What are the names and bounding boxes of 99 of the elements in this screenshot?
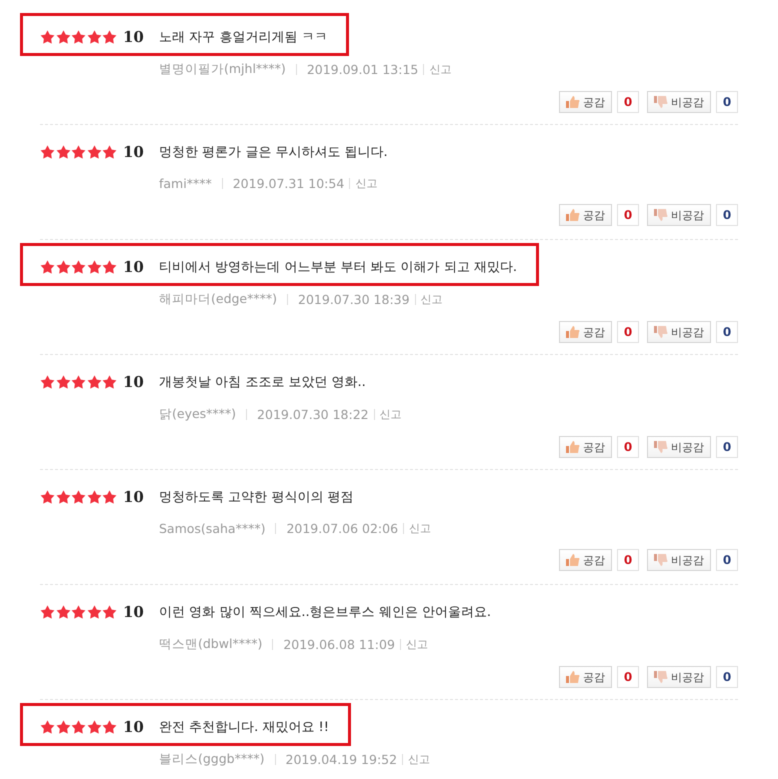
author: 블리스(gggb****) — [159, 751, 264, 768]
author: fami**** — [159, 176, 212, 191]
dislike-button[interactable]: 비공감 — [647, 204, 711, 226]
thumbs-up-icon — [566, 96, 580, 108]
star-icon — [102, 490, 118, 504]
score: 10 — [123, 373, 145, 391]
like-button[interactable]: 공감 — [559, 204, 612, 226]
thumbs-up-icon — [566, 326, 580, 338]
dislike-button[interactable]: 비공감 — [647, 549, 711, 571]
star-icon — [56, 145, 71, 159]
thumbs-down-icon — [654, 209, 668, 221]
score: 10 — [123, 143, 145, 161]
star-icon — [102, 145, 118, 159]
dislike-count: 0 — [716, 666, 738, 688]
star-icon — [56, 30, 71, 44]
star-icon — [71, 260, 86, 274]
star-icon — [40, 30, 55, 44]
star-icon — [71, 605, 86, 619]
score: 10 — [123, 603, 145, 621]
author: 떡스맨(dbwl****) — [159, 636, 262, 653]
author: 해피마더(edge****) — [159, 291, 278, 308]
date: 2019.07.06 02:06 — [286, 521, 398, 536]
thumbs-up-icon — [566, 554, 580, 566]
dislike-count: 0 — [716, 91, 738, 113]
review-text: 완전 추천합니다. 재밌어요 !! — [159, 719, 329, 736]
like-count: 0 — [617, 436, 639, 458]
star-icon — [56, 605, 71, 619]
like-button[interactable]: 공감 — [559, 666, 612, 688]
date: 2019.07.31 10:54 — [232, 176, 344, 191]
star-icon — [71, 720, 86, 734]
star-icon — [102, 605, 118, 619]
dislike-button[interactable]: 비공감 — [647, 321, 711, 343]
review-text: 이런 영화 많이 찍으세요..형은브루스 웨인은 안어울려요. — [159, 604, 492, 621]
dislike-button[interactable]: 비공감 — [647, 91, 711, 113]
like-count: 0 — [617, 91, 639, 113]
star-icon — [86, 720, 102, 734]
date: 2019.07.30 18:22 — [257, 407, 369, 422]
dislike-count: 0 — [716, 436, 738, 458]
star-icon — [86, 145, 102, 159]
star-icon — [56, 375, 71, 389]
score: 10 — [123, 258, 145, 276]
star-icon — [71, 375, 86, 389]
thumbs-up-icon — [566, 671, 580, 683]
star-icon — [102, 260, 118, 274]
dislike-button[interactable]: 비공감 — [647, 666, 711, 688]
thumbs-up-icon — [566, 441, 580, 453]
star-icon — [86, 490, 102, 504]
like-button[interactable]: 공감 — [559, 436, 612, 458]
review-text: 멍청하도록 고약한 평식이의 평점 — [159, 489, 354, 506]
thumbs-down-icon — [654, 554, 668, 566]
dislike-count: 0 — [716, 321, 738, 343]
author: 별명이필가(mjhl****) — [159, 61, 286, 78]
star-icon — [102, 720, 118, 734]
review-text: 노래 자꾸 흥얼거리게됨 ㅋㅋ — [159, 29, 328, 46]
like-button[interactable]: 공감 — [559, 321, 612, 343]
star-icon — [102, 375, 118, 389]
star-icon — [86, 30, 102, 44]
date: 2019.04.19 19:52 — [286, 752, 398, 767]
like-button[interactable]: 공감 — [559, 91, 612, 113]
dislike-count: 0 — [716, 204, 738, 226]
star-icon — [56, 260, 71, 274]
star-icon — [71, 30, 86, 44]
star-icon — [56, 490, 71, 504]
thumbs-down-icon — [654, 96, 668, 108]
like-count: 0 — [617, 666, 639, 688]
dislike-count: 0 — [716, 549, 738, 571]
star-icon — [40, 720, 55, 734]
star-icon — [40, 260, 55, 274]
star-icon — [86, 260, 102, 274]
star-icon — [86, 375, 102, 389]
star-icon — [56, 720, 71, 734]
review-text: 티비에서 방영하는데 어느부분 부터 봐도 이해가 되고 재밌다. — [159, 259, 518, 276]
star-icon — [102, 30, 118, 44]
thumbs-down-icon — [654, 326, 668, 338]
thumbs-up-icon — [566, 209, 580, 221]
like-count: 0 — [617, 321, 639, 343]
like-count: 0 — [617, 204, 639, 226]
score: 10 — [123, 718, 145, 736]
date: 2019.07.30 18:39 — [298, 292, 410, 307]
date: 2019.06.08 11:09 — [283, 637, 395, 652]
date: 2019.09.01 13:15 — [306, 62, 418, 77]
thumbs-down-icon — [654, 441, 668, 453]
review-text: 개봉첫날 아침 조조로 보았던 영화.. — [159, 374, 366, 391]
star-icon — [40, 375, 55, 389]
like-count: 0 — [617, 549, 639, 571]
author: 닭(eyes****) — [159, 406, 236, 423]
star-icon — [40, 605, 55, 619]
dislike-button[interactable]: 비공감 — [647, 436, 711, 458]
score: 10 — [123, 488, 145, 506]
star-icon — [40, 145, 55, 159]
star-icon — [71, 145, 86, 159]
like-button[interactable]: 공감 — [559, 549, 612, 571]
thumbs-down-icon — [654, 671, 668, 683]
star-icon — [40, 490, 55, 504]
score: 10 — [123, 28, 145, 46]
star-icon — [86, 605, 102, 619]
review-text: 멍청한 평론가 글은 무시하셔도 됩니다. — [159, 144, 388, 161]
author: Samos(saha****) — [159, 521, 266, 536]
star-icon — [71, 490, 86, 504]
